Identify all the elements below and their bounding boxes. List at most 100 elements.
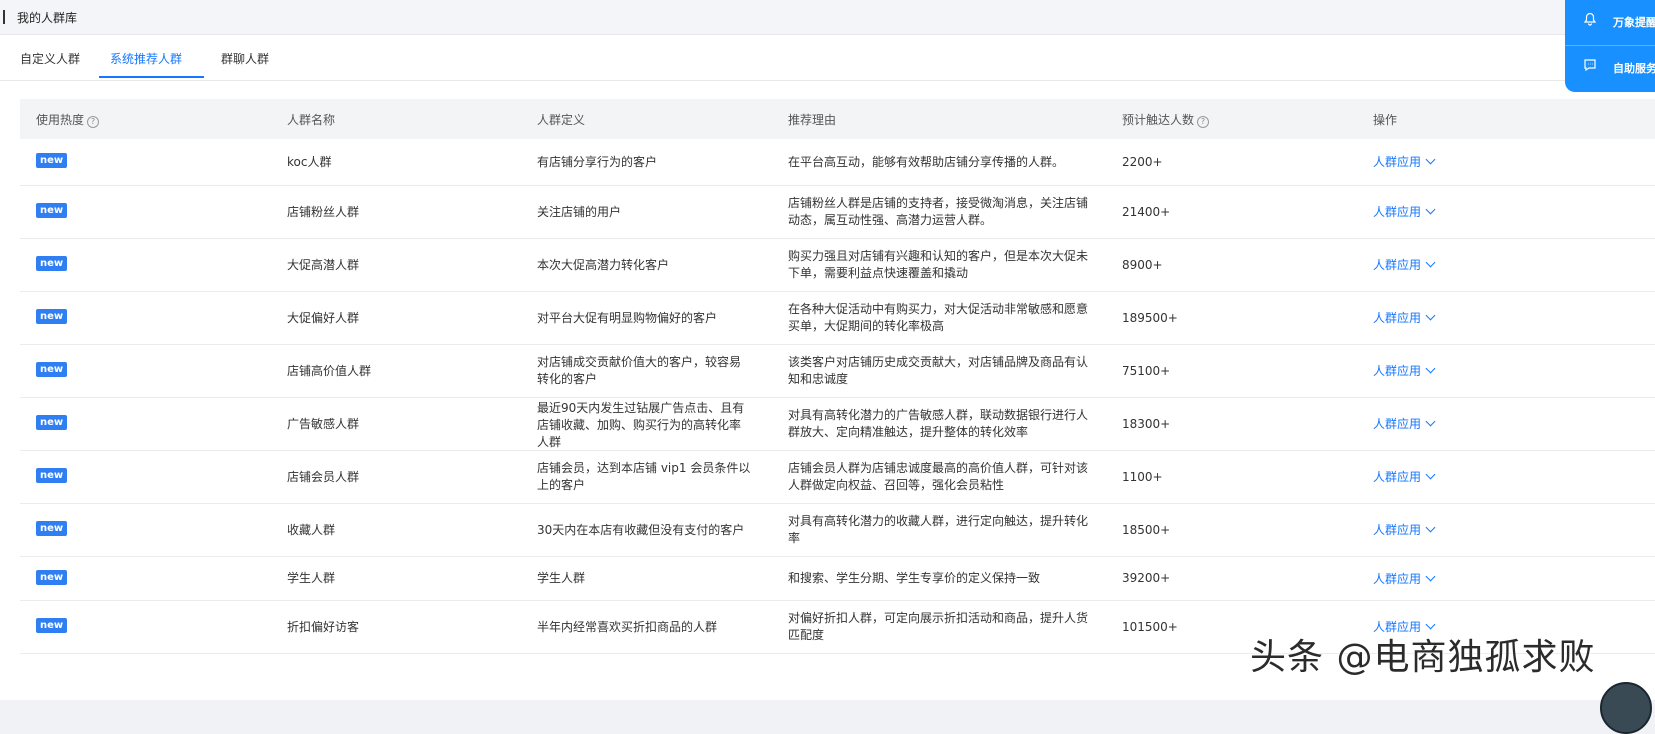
crowd-name: 折扣偏好访客	[287, 619, 360, 634]
crowd-name: 学生人群	[287, 571, 336, 585]
apply-crowd-label: 人群应用	[1373, 523, 1422, 537]
recommend-reason: 在各种大促活动中有购买力，对大促活动非常敏感和愿意买单，大促期间的转化率极高	[788, 302, 1089, 333]
chevron-down-icon	[1425, 522, 1436, 533]
new-badge: new	[36, 256, 68, 271]
table-row: new 广告敏感人群 最近90天内发生过钻展广告点击、且有店铺收藏、加购、购买行为的…	[20, 398, 1655, 451]
estimated-reach: 189500+	[1122, 310, 1178, 325]
chevron-down-icon	[1425, 310, 1436, 321]
table-header: 使用热度? 人群名称 人群定义 推荐理由 预计触达人数? 操作	[20, 99, 1655, 139]
apply-crowd-dropdown[interactable]: 人群应用	[1373, 256, 1436, 273]
crowd-name: koc人群	[287, 154, 332, 169]
table-row: new 大促偏好人群 对平台大促有明显购物偏好的客户 在各种大促活动中有购买力，对大促…	[20, 292, 1655, 345]
chevron-down-icon	[1425, 257, 1436, 268]
apply-crowd-dropdown[interactable]: 人群应用	[1373, 468, 1436, 485]
recommend-reason: 购买力强且对店铺有兴趣和认知的客户，但是本次大促未下单，需要利益点快速覆盖和撬动	[788, 249, 1089, 280]
crowd-definition: 对店铺成交贡献价值大的客户，较容易转化的客户	[537, 355, 742, 386]
crowd-definition: 半年内经常喜欢买折扣商品的人群	[537, 619, 718, 634]
new-badge: new	[36, 415, 68, 430]
recommend-reason: 该类客户对店铺历史成交贡献大，对店铺品牌及商品有认知和忠诚度	[788, 355, 1089, 386]
apply-crowd-dropdown[interactable]: 人群应用	[1373, 521, 1436, 538]
table-row: new koc人群 有店铺分享行为的客户 在平台高互动，能够有效帮助店铺分享传播的人群…	[20, 139, 1655, 186]
apply-crowd-dropdown[interactable]: 人群应用	[1373, 309, 1436, 326]
recommend-reason: 对具有高转化潜力的收藏人群，进行定向触达，提升转化率	[788, 514, 1089, 545]
recommend-reason: 和搜索、学生分期、学生专享价的定义保持一致	[788, 571, 1041, 585]
table-row: new 收藏人群 30天内在本店有收藏但没有支付的客户 对具有高转化潜力的收藏人群，进…	[20, 504, 1655, 557]
apply-crowd-dropdown[interactable]: 人群应用	[1373, 203, 1436, 220]
crowd-definition: 学生人群	[537, 571, 586, 585]
crowd-definition: 对平台大促有明显购物偏好的客户	[537, 310, 718, 325]
recommend-reason: 在平台高互动，能够有效帮助店铺分享传播的人群。	[788, 154, 1065, 169]
tab-group-chat[interactable]: 群聊人群	[221, 50, 269, 67]
chat-icon	[1584, 59, 1596, 72]
col-name: 人群名称	[287, 113, 336, 127]
apply-crowd-label: 人群应用	[1373, 364, 1422, 378]
crowd-definition: 有店铺分享行为的客户	[537, 154, 658, 169]
chevron-down-icon	[1425, 154, 1436, 165]
active-tab-indicator	[99, 76, 204, 78]
corner-floating-button[interactable]	[1600, 682, 1652, 734]
self-service-button[interactable]: 自助服务	[1565, 46, 1655, 90]
estimated-reach: 8900+	[1122, 257, 1163, 272]
col-reason: 推荐理由	[788, 113, 837, 127]
recommend-reason: 对偏好折扣人群，可定向展示折扣活动和商品，提升人货匹配度	[788, 611, 1089, 642]
apply-crowd-label: 人群应用	[1373, 258, 1422, 272]
crowd-name: 店铺高价值人群	[287, 363, 372, 378]
estimated-reach: 1100+	[1122, 469, 1163, 484]
crowd-definition: 关注店铺的用户	[537, 204, 622, 219]
bell-icon	[1583, 12, 1597, 26]
col-actions: 操作	[1373, 113, 1398, 127]
crowd-definition: 最近90天内发生过钻展广告点击、且有店铺收藏、加购、购买行为的高转化率人群	[537, 401, 745, 449]
reminder-button[interactable]: 万象提醒	[1565, 0, 1655, 44]
col-reach: 预计触达人数?	[1122, 111, 1210, 128]
new-badge: new	[36, 569, 68, 585]
title-accent-bar	[3, 10, 5, 24]
new-badge: new	[36, 203, 68, 218]
table-row: new 学生人群 学生人群 和搜索、学生分期、学生专享价的定义保持一致 39200+ 人群…	[20, 557, 1655, 601]
apply-crowd-label: 人群应用	[1373, 205, 1422, 219]
chevron-down-icon	[1425, 571, 1436, 581]
estimated-reach: 75100+	[1122, 363, 1171, 378]
apply-crowd-label: 人群应用	[1373, 470, 1422, 484]
new-badge: new	[36, 153, 68, 168]
table-row: new 店铺粉丝人群 关注店铺的用户 店铺粉丝人群是店铺的支持者，接受微淘消息，关注店…	[20, 186, 1655, 239]
tab-custom[interactable]: 自定义人群	[20, 50, 80, 67]
self-service-label: 自助服务	[1613, 62, 1655, 75]
crowd-definition: 30天内在本店有收藏但没有支付的客户	[537, 522, 745, 537]
apply-crowd-label: 人群应用	[1373, 155, 1422, 169]
tab-system-recommended[interactable]: 系统推荐人群	[110, 50, 182, 67]
table-row: new 店铺高价值人群 对店铺成交贡献价值大的客户，较容易转化的客户 该类客户对店铺历…	[20, 345, 1655, 398]
crowd-definition: 店铺会员，达到本店铺 vip1 会员条件以上的客户	[537, 461, 751, 492]
apply-crowd-dropdown[interactable]: 人群应用	[1373, 153, 1436, 170]
table-row: new 大促高潜人群 本次大促高潜力转化客户 购买力强且对店铺有兴趣和认知的客户，但是…	[20, 239, 1655, 292]
apply-crowd-dropdown[interactable]: 人群应用	[1373, 362, 1436, 379]
crowd-definition: 本次大促高潜力转化客户	[537, 257, 670, 272]
chevron-down-icon	[1425, 363, 1436, 374]
content-panel: 自定义人群 系统推荐人群 群聊人群 使用热度? 人群名称 人群定义 推荐理由 预…	[0, 35, 1655, 700]
new-badge: new	[36, 618, 68, 633]
recommend-reason: 对具有高转化潜力的广告敏感人群，联动数据银行进行人群放大、定向精准触达，提升整体…	[788, 408, 1089, 439]
crowd-name: 店铺粉丝人群	[287, 204, 360, 219]
crowd-table: 使用热度? 人群名称 人群定义 推荐理由 预计触达人数? 操作 new koc人群…	[20, 99, 1655, 654]
tab-bar: 自定义人群 系统推荐人群 群聊人群	[0, 35, 1655, 81]
chevron-down-icon	[1425, 469, 1436, 480]
apply-crowd-label: 人群应用	[1373, 311, 1422, 325]
page-title: 我的人群库	[17, 11, 78, 25]
new-badge: new	[36, 309, 68, 324]
col-usage: 使用热度?	[36, 111, 100, 128]
recommend-reason: 店铺粉丝人群是店铺的支持者，接受微淘消息，关注店铺动态，属互动性强、高潜力运营人…	[788, 196, 1089, 227]
apply-crowd-dropdown[interactable]: 人群应用	[1373, 570, 1436, 587]
estimated-reach: 18500+	[1122, 522, 1171, 537]
apply-crowd-dropdown[interactable]: 人群应用	[1373, 415, 1436, 432]
crowd-name: 店铺会员人群	[287, 469, 360, 484]
estimated-reach: 39200+	[1122, 571, 1171, 585]
reminder-label: 万象提醒	[1613, 16, 1655, 29]
estimated-reach: 2200+	[1122, 154, 1163, 169]
apply-crowd-label: 人群应用	[1373, 571, 1422, 586]
help-icon[interactable]: ?	[1197, 116, 1210, 128]
estimated-reach: 18300+	[1122, 416, 1171, 431]
apply-crowd-label: 人群应用	[1373, 417, 1422, 431]
table-body: new koc人群 有店铺分享行为的客户 在平台高互动，能够有效帮助店铺分享传播的人群…	[20, 139, 1655, 654]
crowd-name: 大促高潜人群	[287, 257, 360, 272]
floating-service-panel: 万象提醒 自助服务	[1565, 0, 1655, 92]
help-icon[interactable]: ?	[87, 116, 100, 128]
